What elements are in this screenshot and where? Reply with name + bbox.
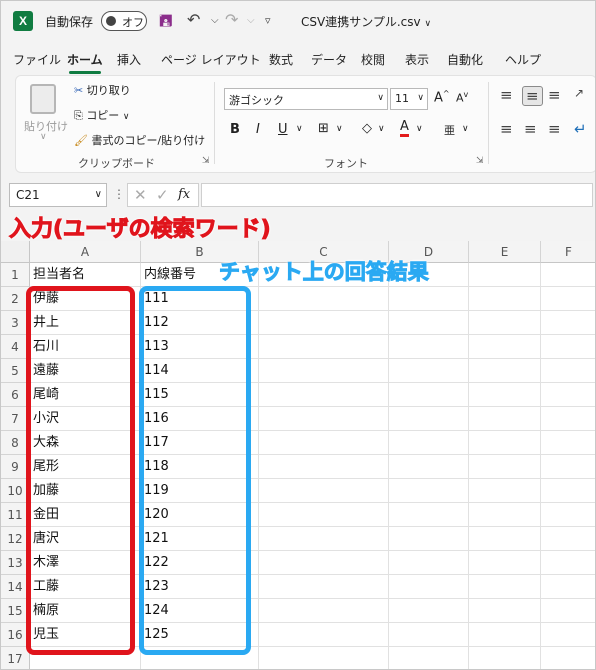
fill-dropdown-icon[interactable]: ∨ (378, 124, 385, 134)
chevron-down-icon: ∨ (94, 189, 102, 200)
font-group-label: フォント (324, 157, 368, 170)
cell-a[interactable]: 担当者名 (30, 263, 141, 287)
fill-color-icon[interactable]: ◇ (362, 121, 372, 136)
orientation-icon[interactable]: ↗ (574, 86, 584, 100)
column-header-f[interactable]: F (541, 241, 595, 263)
chevron-down-icon: ∨ (122, 112, 130, 122)
wrap-text-icon[interactable]: ↵ (574, 120, 587, 138)
column-header-e[interactable]: E (469, 241, 541, 263)
clipboard-icon[interactable] (30, 84, 56, 114)
phonetic-dropdown-icon[interactable]: ∨ (462, 124, 469, 134)
formula-buttons: ✕ ✓ fx (127, 183, 199, 207)
answer-annotation-label: チャット上の回答結果 (219, 260, 430, 285)
excel-logo-icon: X (13, 11, 33, 31)
formula-input[interactable] (201, 183, 593, 207)
tab-automate[interactable]: 自動化 (447, 51, 483, 68)
phonetic-icon[interactable]: 亜 (444, 122, 455, 138)
shrink-font-icon[interactable]: Av (456, 90, 468, 105)
ribbon: 貼り付け ∨ ✂ 切り取り ⎘ コピー ∨ 🖌 書式のコピー/貼り付け クリップ… (15, 75, 595, 173)
italic-icon[interactable]: I (256, 122, 260, 137)
gridline (258, 263, 259, 669)
tab-help[interactable]: ヘルプ (505, 51, 541, 68)
gridline (540, 263, 541, 669)
tab-data[interactable]: データ (311, 51, 347, 68)
underline-dropdown-icon[interactable]: ∨ (296, 124, 303, 134)
font-color-icon[interactable]: A (400, 120, 409, 137)
insert-function-icon[interactable]: fx (178, 187, 190, 202)
copy-label: コピー (86, 109, 120, 122)
tab-formulas[interactable]: 数式 (269, 51, 293, 68)
autosave-toggle[interactable]: オフ (101, 11, 147, 31)
align-top-icon[interactable]: ≡ (500, 86, 513, 104)
tab-file[interactable]: ファイル (13, 51, 61, 68)
filename-text: CSV連携サンプル.csv (301, 15, 421, 29)
scissors-icon: ✂ (74, 84, 84, 97)
cut-label: 切り取り (86, 84, 131, 97)
cut-button[interactable]: ✂ 切り取り (74, 82, 131, 98)
save-icon[interactable]: 🖪 (159, 10, 173, 37)
align-bottom-icon[interactable]: ≡ (548, 86, 561, 104)
borders-icon[interactable]: ⊞ (318, 121, 329, 136)
gridline (468, 263, 469, 669)
formula-bar: C21 ∨ ⋮ ✕ ✓ fx (1, 177, 595, 211)
customize-toolbar-icon[interactable]: ▿ (265, 14, 271, 27)
tab-review[interactable]: 校閲 (361, 51, 385, 68)
toggle-knob (106, 16, 116, 26)
chevron-down-icon: ∨ (424, 19, 432, 29)
format-painter-button[interactable]: 🖌 書式のコピー/貼り付け (74, 132, 205, 148)
row-header[interactable]: 1 (1, 263, 30, 287)
chevron-down-icon: ∨ (417, 93, 424, 103)
tab-insert[interactable]: 挿入 (117, 51, 141, 68)
redo-dropdown-icon[interactable]: ⌵ (247, 15, 255, 26)
tab-home[interactable]: ホーム (67, 51, 103, 74)
align-left-icon[interactable]: ≡ (500, 120, 513, 138)
clipboard-group-label: クリップボード (78, 157, 155, 170)
copy-icon: ⎘ (74, 109, 83, 122)
grow-font-icon[interactable]: A^ (434, 89, 450, 105)
font-size-select[interactable]: 11 ∨ (390, 88, 428, 110)
group-separator (488, 82, 489, 164)
input-annotation-label: 入力(ユーザの検索ワード) (9, 217, 272, 243)
borders-dropdown-icon[interactable]: ∨ (336, 124, 343, 134)
cancel-icon[interactable]: ✕ (134, 186, 147, 204)
tab-view[interactable]: 表示 (405, 51, 429, 68)
enter-icon[interactable]: ✓ (156, 186, 169, 204)
select-all-corner[interactable] (1, 241, 30, 263)
ribbon-tabs: ファイル ホーム 挿入 ページ レイアウト 数式 データ 校閲 表示 自動化 ヘ… (1, 45, 595, 74)
chevron-down-icon: ∨ (377, 93, 384, 103)
search-word-highlight-box (26, 286, 135, 655)
gridline (388, 263, 389, 669)
document-title[interactable]: CSV連携サンプル.csv ∨ (301, 13, 431, 30)
more-options-icon[interactable]: ⋮ (113, 187, 125, 201)
font-name-select[interactable]: 游ゴシック ∨ (224, 88, 388, 110)
paste-dropdown-icon[interactable]: ∨ (40, 132, 47, 142)
title-bar: X 自動保存 オフ 🖪 ↶ ⌵ ↷ ⌵ ▿ CSV連携サンプル.csv ∨ (1, 1, 595, 41)
name-box-value: C21 (16, 188, 40, 202)
paintbrush-icon: 🖌 (74, 134, 88, 147)
font-color-dropdown-icon[interactable]: ∨ (416, 124, 423, 134)
redo-icon[interactable]: ↷ (225, 10, 238, 29)
undo-icon[interactable]: ↶ (187, 10, 200, 29)
font-name-value: 游ゴシック (229, 94, 284, 107)
underline-icon[interactable]: U (278, 122, 288, 137)
align-middle-icon[interactable]: ≡ (522, 86, 543, 106)
copy-button[interactable]: ⎘ コピー ∨ (74, 107, 129, 123)
align-center-icon[interactable]: ≡ (524, 120, 537, 138)
autosave-label: 自動保存 (45, 15, 94, 29)
answer-highlight-box (139, 286, 251, 655)
name-box[interactable]: C21 ∨ (9, 183, 107, 207)
dialog-launcher-icon[interactable]: ⇲ (202, 156, 210, 166)
group-separator (214, 82, 215, 164)
column-header-a[interactable]: A (30, 241, 141, 263)
align-right-icon[interactable]: ≡ (548, 120, 561, 138)
undo-dropdown-icon[interactable]: ⌵ (211, 15, 219, 26)
font-size-value: 11 (395, 92, 409, 105)
excel-window: X 自動保存 オフ 🖪 ↶ ⌵ ↷ ⌵ ▿ CSV連携サンプル.csv ∨ ファ… (0, 0, 596, 670)
tab-page-layout[interactable]: ページ レイアウト (161, 51, 261, 68)
format-painter-label: 書式のコピー/貼り付け (91, 134, 206, 147)
autosave-state: オフ (122, 16, 144, 29)
row-header[interactable]: 17 (1, 647, 30, 669)
dialog-launcher-icon[interactable]: ⇲ (476, 156, 484, 166)
bold-icon[interactable]: B (230, 122, 240, 137)
